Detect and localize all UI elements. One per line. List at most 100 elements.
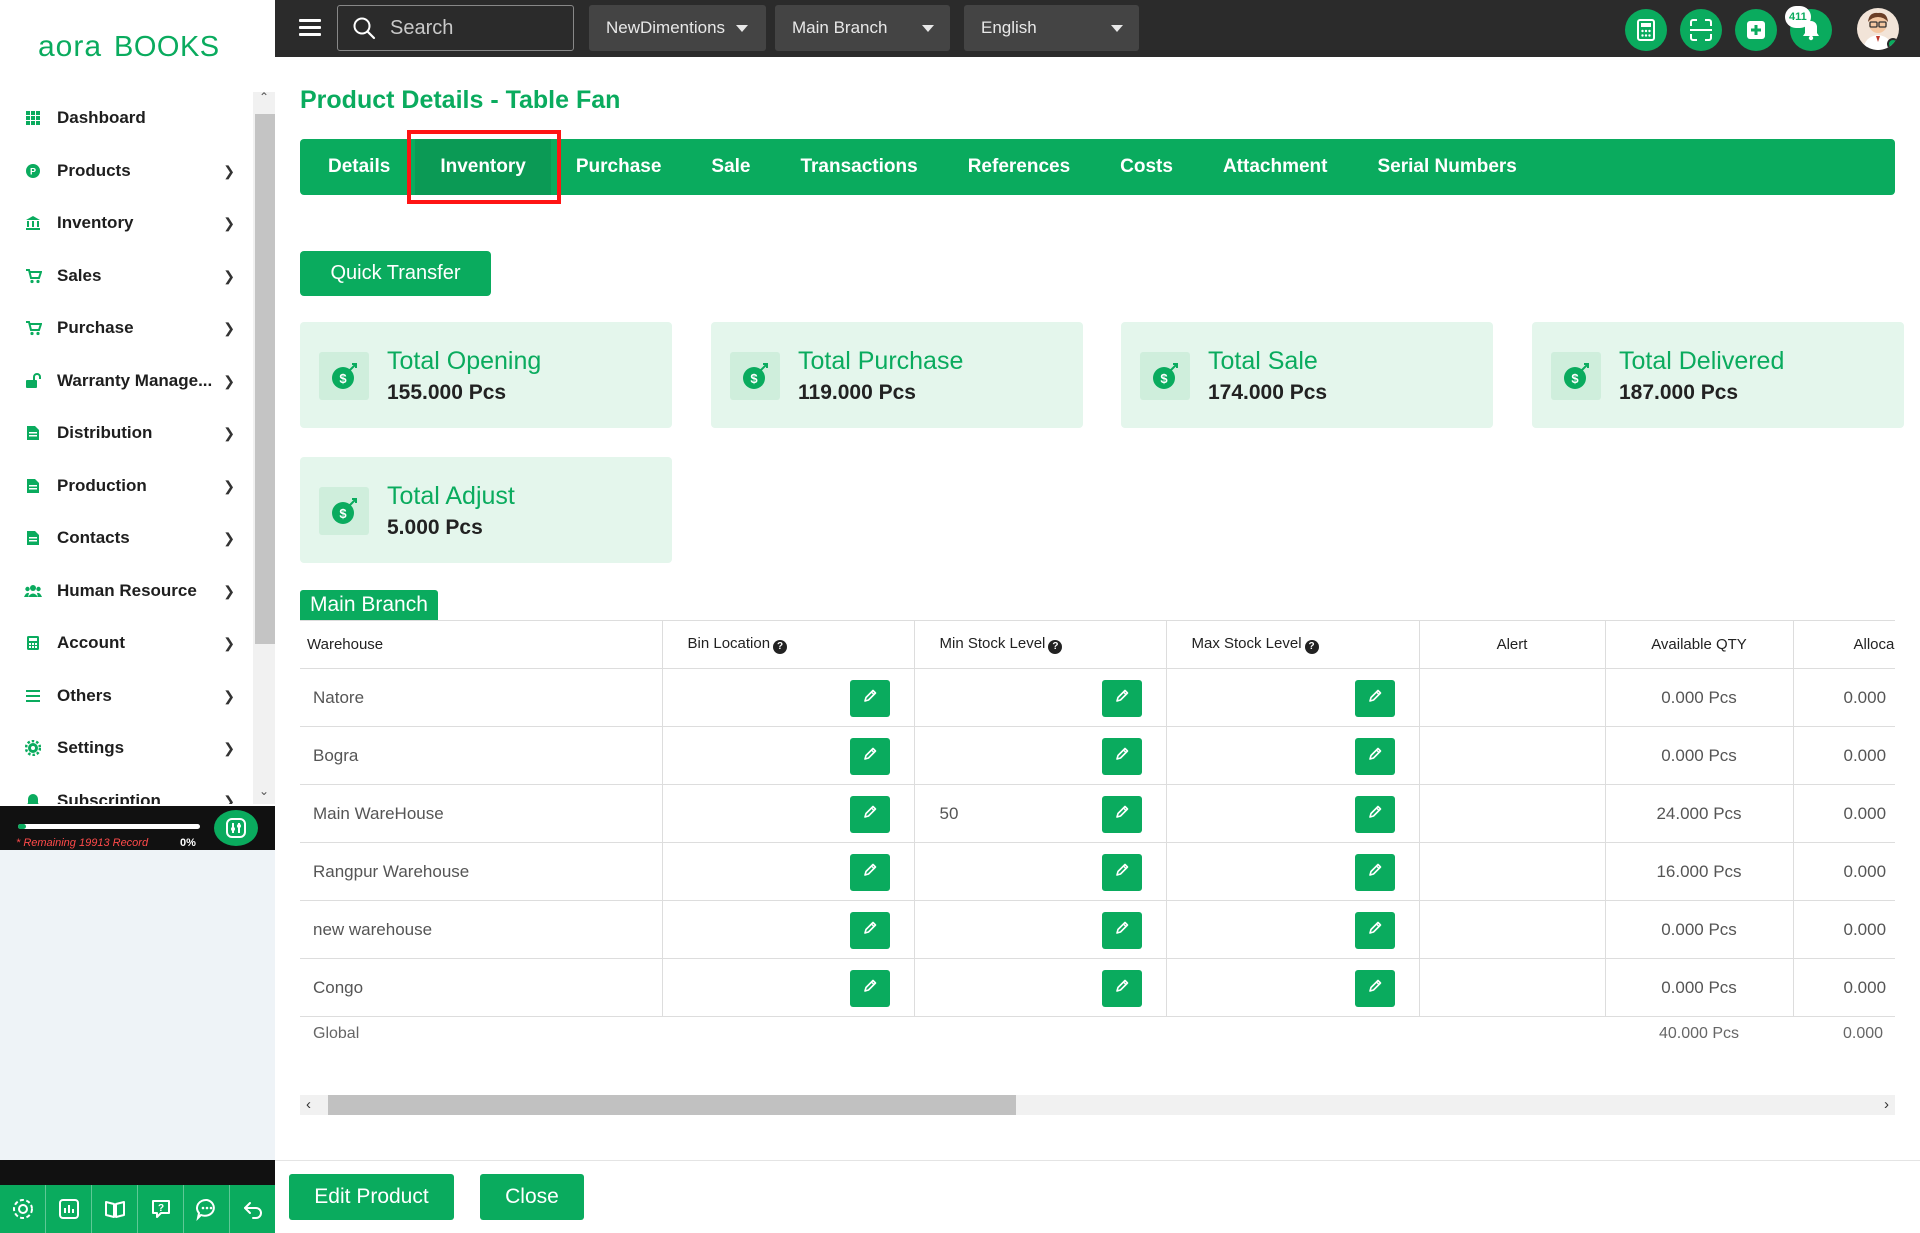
edit-max-stock-button[interactable] bbox=[1354, 912, 1395, 949]
sidebar-item-others[interactable]: Others ❯ bbox=[0, 670, 255, 723]
online-status-dot bbox=[1887, 38, 1899, 50]
footer-report-button[interactable] bbox=[46, 1185, 92, 1233]
upgrade-button[interactable] bbox=[214, 810, 258, 846]
edit-min-stock-button[interactable] bbox=[1101, 912, 1142, 949]
pencil-icon bbox=[1114, 978, 1130, 999]
table-horizontal-scrollbar[interactable]: ‹ › bbox=[300, 1095, 1895, 1115]
sidebar-item-products[interactable]: P Products ❯ bbox=[0, 145, 255, 198]
edit-max-stock-button[interactable] bbox=[1354, 796, 1395, 833]
branch-select[interactable]: Main Branch bbox=[775, 5, 950, 51]
tab-transactions[interactable]: Transactions bbox=[775, 139, 942, 195]
plus-icon bbox=[1747, 21, 1765, 39]
sidebar-item-subscription[interactable]: Subscription ❯ bbox=[0, 775, 255, 804]
card-title: Total Delivered bbox=[1619, 347, 1785, 375]
svg-text:aora: aora bbox=[38, 30, 102, 63]
scroll-down-icon[interactable]: ⌄ bbox=[259, 784, 269, 798]
footer-back-button[interactable] bbox=[230, 1185, 275, 1233]
allocated-cell: 0.000 bbox=[1792, 958, 1895, 1017]
sidebar-item-label: Contacts bbox=[57, 528, 130, 548]
sidebar-item-settings[interactable]: Settings ❯ bbox=[0, 722, 255, 775]
available-qty-cell: 0.000 Pcs bbox=[1604, 726, 1793, 785]
quick-add-button[interactable] bbox=[1735, 9, 1777, 51]
scroll-left-icon[interactable]: ‹ bbox=[306, 1096, 311, 1113]
company-select[interactable]: NewDimentions bbox=[589, 5, 766, 51]
scroll-right-icon[interactable]: › bbox=[1884, 1096, 1889, 1113]
svg-text:$: $ bbox=[1160, 371, 1168, 386]
search-input[interactable] bbox=[390, 16, 550, 40]
close-button[interactable]: Close bbox=[480, 1174, 584, 1220]
table-scroll-thumb[interactable] bbox=[328, 1095, 1016, 1115]
sidebar-item-human-resource[interactable]: Human Resource ❯ bbox=[0, 565, 255, 618]
edit-bin-location-button[interactable] bbox=[849, 680, 890, 717]
menu-toggle-icon[interactable] bbox=[299, 19, 321, 37]
edit-bin-location-button[interactable] bbox=[849, 970, 890, 1007]
alert-cell bbox=[1418, 900, 1605, 959]
quick-transfer-button[interactable]: Quick Transfer bbox=[300, 251, 491, 296]
help-icon[interactable]: ? bbox=[773, 640, 788, 654]
search-icon bbox=[353, 17, 376, 40]
card-title: Total Sale bbox=[1208, 347, 1318, 375]
record-remaining-text: * Remaining 19913 Record bbox=[16, 837, 149, 849]
tab-details[interactable]: Details bbox=[301, 139, 415, 195]
footer-chat-button[interactable] bbox=[184, 1185, 230, 1233]
footer-guide-button[interactable] bbox=[92, 1185, 138, 1233]
sidebar-item-inventory[interactable]: Inventory ❯ bbox=[0, 197, 255, 250]
edit-min-stock-button[interactable] bbox=[1101, 738, 1142, 775]
sidebar-item-sales[interactable]: Sales ❯ bbox=[0, 250, 255, 303]
edit-bin-location-button[interactable] bbox=[849, 912, 890, 949]
edit-bin-location-button[interactable] bbox=[849, 796, 890, 833]
user-avatar[interactable] bbox=[1857, 8, 1899, 50]
tab-sale[interactable]: Sale bbox=[686, 139, 775, 195]
edit-max-stock-button[interactable] bbox=[1354, 738, 1395, 775]
tab-serial-numbers[interactable]: Serial Numbers bbox=[1352, 139, 1541, 195]
sidebar-item-purchase[interactable]: Purchase ❯ bbox=[0, 302, 255, 355]
search-box[interactable] bbox=[337, 5, 574, 51]
edit-bin-location-button[interactable] bbox=[849, 738, 890, 775]
help-icon[interactable]: ? bbox=[1304, 640, 1319, 654]
sidebar-item-distribution[interactable]: Distribution ❯ bbox=[0, 407, 255, 460]
max-stock-cell bbox=[1165, 958, 1419, 1017]
scan-button[interactable] bbox=[1680, 9, 1722, 51]
sidebar-item-contacts[interactable]: Contacts ❯ bbox=[0, 512, 255, 565]
pencil-icon bbox=[1367, 804, 1383, 825]
alert-cell bbox=[1418, 784, 1605, 843]
tab-costs[interactable]: Costs bbox=[1095, 139, 1198, 195]
edit-max-stock-button[interactable] bbox=[1354, 970, 1395, 1007]
edit-bin-location-button[interactable] bbox=[849, 854, 890, 891]
pencil-icon bbox=[1367, 920, 1383, 941]
sidebar-scrollbar[interactable]: ⌃ ⌄ bbox=[253, 90, 275, 804]
sidebar-item-warranty-manage[interactable]: Warranty Manage... ❯ bbox=[0, 355, 255, 408]
edit-max-stock-button[interactable] bbox=[1354, 854, 1395, 891]
edit-max-stock-button[interactable] bbox=[1354, 680, 1395, 717]
tab-attachment[interactable]: Attachment bbox=[1198, 139, 1353, 195]
svg-text:$: $ bbox=[1571, 371, 1579, 386]
cart-icon bbox=[24, 319, 42, 337]
edit-min-stock-button[interactable] bbox=[1101, 854, 1142, 891]
users-icon bbox=[24, 582, 42, 600]
calculator-button[interactable] bbox=[1625, 9, 1667, 51]
sidebar-item-account[interactable]: Account ❯ bbox=[0, 617, 255, 670]
help-icon[interactable]: ? bbox=[1048, 640, 1063, 654]
tab-purchase[interactable]: Purchase bbox=[551, 139, 687, 195]
footer-settings-button[interactable] bbox=[0, 1185, 46, 1233]
chevron-right-icon: ❯ bbox=[223, 267, 235, 284]
summary-card-total-purchase: $ Total Purchase 119.000 Pcs bbox=[711, 322, 1083, 428]
edit-min-stock-button[interactable] bbox=[1101, 970, 1142, 1007]
summary-card-total-sale: $ Total Sale 174.000 Pcs bbox=[1121, 322, 1493, 428]
sidebar-scroll-thumb[interactable] bbox=[255, 114, 275, 644]
language-select[interactable]: English bbox=[964, 5, 1139, 51]
record-usage-bar: * Remaining 19913 Record 0% bbox=[0, 806, 275, 850]
global-available-qty: 40.000 Pcs bbox=[1605, 1016, 1793, 1050]
footer-help-button[interactable]: ? bbox=[138, 1185, 184, 1233]
summary-card-total-delivered: $ Total Delivered 187.000 Pcs bbox=[1532, 322, 1904, 428]
tab-references[interactable]: References bbox=[943, 139, 1095, 195]
bank-icon bbox=[24, 214, 42, 232]
app-logo[interactable]: aora BOOKS bbox=[38, 30, 248, 72]
edit-min-stock-button[interactable] bbox=[1101, 796, 1142, 833]
sidebar-item-production[interactable]: Production ❯ bbox=[0, 460, 255, 513]
edit-min-stock-button[interactable] bbox=[1101, 680, 1142, 717]
money-bag-icon: $ bbox=[1140, 352, 1190, 400]
sidebar-item-dashboard[interactable]: Dashboard bbox=[0, 92, 255, 145]
scroll-up-icon[interactable]: ⌃ bbox=[259, 90, 269, 104]
edit-product-button[interactable]: Edit Product bbox=[289, 1174, 454, 1220]
